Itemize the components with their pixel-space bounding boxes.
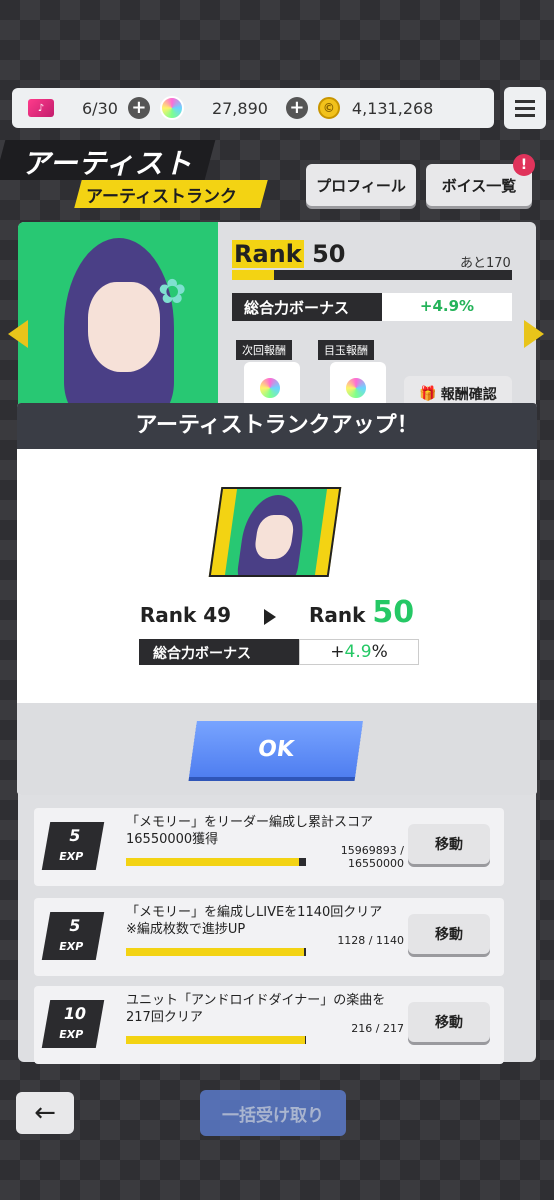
- exp-unit: EXP: [57, 940, 85, 953]
- coin-value: 4,131,268: [351, 98, 434, 118]
- mission-progress-text: 1128 / 1140: [337, 934, 404, 947]
- confirm-rewards-label: 報酬確認: [440, 387, 497, 403]
- back-button[interactable]: ←: [16, 1092, 74, 1134]
- mission-progress-bar: [126, 1036, 306, 1044]
- portrait-face: [88, 282, 160, 372]
- add-stamina-button[interactable]: +: [127, 97, 150, 119]
- exp-value: 10: [62, 1004, 88, 1023]
- bonus-percent: %: [371, 642, 388, 662]
- mission-progress-fill: [126, 858, 299, 866]
- rank-word: Rank: [232, 240, 304, 268]
- coin-icon: ©: [317, 97, 340, 119]
- gem-icon: [344, 376, 368, 400]
- rank-up-modal: アーティストランクアップ！ Rank 49 Rank 50 総合力ボーナス +4…: [17, 403, 537, 795]
- exp-value: 5: [67, 826, 83, 845]
- page-title: アーティスト: [22, 147, 193, 180]
- mission-text: 「メモリー」をリーダー編成し累計スコア16550000獲得: [126, 815, 374, 847]
- mission-progress-bar: [126, 948, 306, 956]
- exp-value: 5: [67, 916, 83, 935]
- from-rank: Rank 49: [139, 603, 232, 627]
- rank-progress-bar: [232, 270, 512, 280]
- mission-progress-bar: [126, 858, 306, 866]
- rank-progress-fill: [232, 270, 274, 280]
- rank-change: Rank 49 Rank 50: [17, 595, 537, 630]
- exp-remaining: あと170: [460, 256, 511, 271]
- prev-character-arrow-icon[interactable]: [8, 320, 28, 348]
- exp-unit: EXP: [57, 850, 85, 863]
- next-reward-tag: 次回報酬: [236, 340, 292, 360]
- character-portrait: ✿: [18, 222, 218, 412]
- exp-tag: 5 EXP: [41, 822, 105, 870]
- gem-icon: [159, 96, 184, 120]
- mission-text: 「メモリー」を編成しLIVEを1140回クリア ※編成枚数で進捗UP: [126, 905, 383, 937]
- mission-progress-text: 216 / 217: [351, 1022, 404, 1035]
- add-gems-button[interactable]: +: [285, 97, 308, 119]
- stamina-value: 6/30: [82, 98, 118, 118]
- bonus-plus: +: [330, 642, 345, 662]
- menu-button[interactable]: [504, 87, 546, 129]
- current-rank: Rank 50: [232, 240, 346, 268]
- mission-item: 10 EXP ユニット「アンドロイドダイナー」の楽曲を217回クリア 216 / 21…: [34, 986, 504, 1064]
- next-character-arrow-icon[interactable]: [524, 320, 544, 348]
- notification-badge: !: [513, 154, 535, 176]
- profile-button[interactable]: プロフィール: [306, 164, 416, 206]
- bonus-value: +4.9%: [382, 293, 512, 321]
- to-rank-value: 50: [372, 595, 415, 630]
- gift-icon: 🎁: [419, 386, 437, 402]
- ticket-icon: ♪: [28, 99, 54, 117]
- bonus-number: 4.9: [344, 642, 372, 662]
- page-subtitle: アーティストランク: [86, 187, 237, 207]
- mission-progress-text: 15969893 / 16550000: [340, 844, 404, 870]
- menu-icon-line: [515, 99, 535, 103]
- modal-bonus-row: 総合力ボーナス +4.9%: [139, 639, 419, 665]
- rank-value: 50: [312, 240, 346, 268]
- modal-footer: OK: [17, 703, 537, 795]
- to-rank-word: Rank: [309, 603, 366, 627]
- arrow-right-icon: [264, 608, 277, 625]
- bonus-label: 総合力ボーナス: [232, 293, 382, 321]
- go-button[interactable]: 移動: [408, 914, 490, 954]
- modal-bonus-value: +4.9%: [299, 639, 419, 665]
- mission-text: ユニット「アンドロイドダイナー」の楽曲を217回クリア: [126, 993, 386, 1025]
- go-button[interactable]: 移動: [408, 824, 490, 864]
- gem-value: 27,890: [211, 98, 268, 118]
- character-card: [208, 487, 342, 577]
- ok-button[interactable]: OK: [189, 721, 363, 777]
- exp-tag: 5 EXP: [41, 912, 105, 960]
- exp-unit: EXP: [57, 1028, 85, 1041]
- menu-icon-line: [515, 113, 535, 117]
- resource-bar: ♪ 6/30 + 27,890 + © 4,131,268: [12, 88, 494, 128]
- mission-progress-fill: [126, 948, 305, 956]
- back-arrow-icon: ←: [34, 1098, 56, 1128]
- modal-title: アーティストランクアップ！: [17, 403, 537, 449]
- go-button[interactable]: 移動: [408, 1002, 490, 1042]
- exp-tag: 10 EXP: [41, 1000, 105, 1048]
- mission-progress-fill: [126, 1036, 306, 1044]
- modal-bonus-label: 総合力ボーナス: [139, 639, 299, 665]
- mission-item: 5 EXP 「メモリー」を編成しLIVEを1140回クリア ※編成枚数で進捗UP 11…: [34, 898, 504, 976]
- mission-item: 5 EXP 「メモリー」をリーダー編成し累計スコア16550000獲得 1596989…: [34, 808, 504, 886]
- gem-icon: [258, 376, 282, 400]
- menu-icon-line: [515, 106, 535, 110]
- bonus-row: 総合力ボーナス +4.9%: [232, 293, 512, 321]
- flower-icon: ✿: [158, 272, 187, 312]
- key-reward-tag: 目玉報酬: [318, 340, 374, 360]
- collect-all-button[interactable]: 一括受け取り: [200, 1090, 346, 1136]
